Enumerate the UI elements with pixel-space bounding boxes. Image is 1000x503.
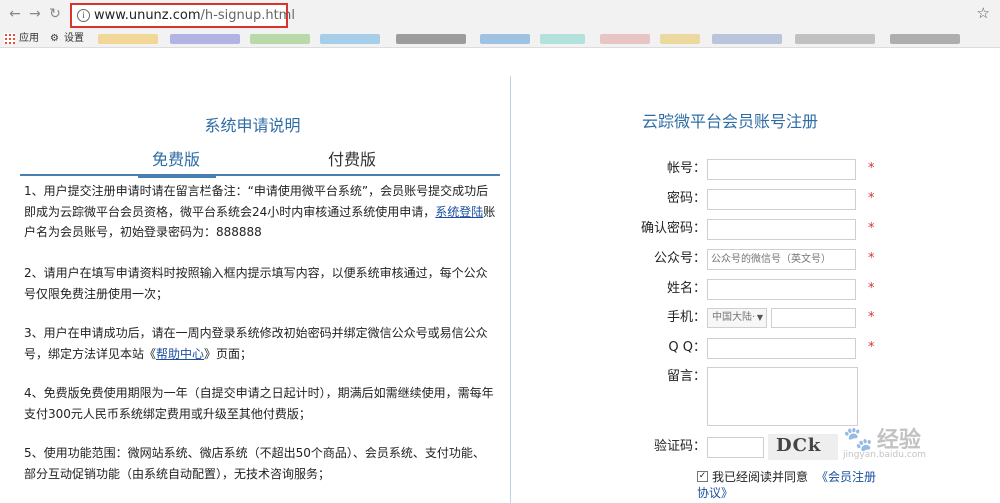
account-label: 帐号：	[666, 161, 706, 176]
reload-icon[interactable]: ↻	[46, 5, 64, 23]
bookmark-apps[interactable]: 应用	[19, 32, 39, 46]
agreement-link[interactable]: 《会员注册	[816, 467, 876, 487]
required-mark: *	[868, 281, 875, 296]
required-mark: *	[868, 340, 875, 355]
phone-input[interactable]	[771, 308, 856, 328]
name-label: 姓名：	[666, 281, 706, 296]
region-select[interactable]: 中国大陆· ▼	[707, 308, 767, 328]
bookmark-item-blurred[interactable]	[396, 34, 466, 44]
info-icon[interactable]: i	[77, 9, 90, 22]
phone-label: 手机：	[666, 310, 706, 325]
captcha-input[interactable]	[707, 437, 764, 458]
bookmark-item-blurred[interactable]	[712, 34, 782, 44]
qq-input[interactable]	[707, 338, 856, 359]
message-label: 留言：	[666, 369, 706, 384]
back-icon[interactable]: ←	[6, 5, 24, 23]
bookmark-settings[interactable]: 设置	[64, 32, 84, 46]
confirm-password-label: 确认密码：	[640, 221, 706, 236]
bookmark-item-blurred[interactable]	[250, 34, 310, 44]
bookmarks-bar: 应用 ⚙ 设置	[0, 30, 1000, 48]
system-intro-title: 系统申请说明	[204, 116, 301, 135]
intro-paragraph-3: 3、用户在申请成功后，请在一周内登录系统修改初始密码并绑定微信公众号或易信公众号…	[24, 326, 488, 361]
tab-free[interactable]: 免费版	[152, 148, 200, 172]
help-center-link[interactable]: 帮助中心	[156, 347, 204, 361]
bookmark-item-blurred[interactable]	[890, 34, 960, 44]
required-mark: *	[868, 251, 875, 266]
bookmark-item-blurred[interactable]	[660, 34, 700, 44]
required-mark: *	[868, 310, 875, 325]
bookmark-item-blurred[interactable]	[98, 34, 158, 44]
captcha-image[interactable]: DCk	[768, 434, 838, 460]
address-bar[interactable]: i www.ununz.com/h-signup.html	[70, 3, 295, 28]
message-textarea[interactable]	[707, 367, 858, 426]
version-tabs: 免费版 付费版	[20, 148, 500, 178]
captcha-label: 验证码：	[653, 439, 706, 454]
official-account-input[interactable]	[707, 249, 856, 270]
register-title: 云踪微平台会员账号注册	[641, 112, 818, 131]
official-account-label: 公众号：	[653, 251, 706, 266]
intro-paragraph-1: 1、用户提交注册申请时请在留言栏备注：“申请使用微平台系统”，会员账号提交成功后…	[24, 184, 496, 239]
chevron-down-icon: ▼	[756, 313, 763, 322]
active-tab-indicator	[138, 174, 216, 178]
confirm-password-input[interactable]	[707, 219, 856, 240]
gear-icon[interactable]: ⚙	[50, 32, 59, 46]
required-mark: *	[868, 221, 875, 236]
paw-logo-icon: 🐾	[843, 425, 873, 453]
system-login-link[interactable]: 系统登陆	[435, 205, 483, 219]
intro-paragraph-4: 4、免费版免费使用期限为一年（自提交申请之日起计时），期满后如需继续使用，需每年…	[24, 386, 494, 421]
bookmark-item-blurred[interactable]	[600, 34, 650, 44]
tab-paid[interactable]: 付费版	[328, 148, 376, 172]
bookmark-item-blurred[interactable]	[540, 34, 585, 44]
bookmark-item-blurred[interactable]	[170, 34, 240, 44]
intro-paragraph-5: 5、使用功能范围：微网站系统、微店系统（不超出50个商品）、会员系统、支付功能、…	[24, 446, 485, 481]
browser-toolbar: ← → ↻ i www.ununz.com/h-signup.html ☆	[0, 0, 1000, 30]
required-mark: *	[868, 161, 875, 176]
bookmark-item-blurred[interactable]	[795, 34, 875, 44]
bookmark-item-blurred[interactable]	[320, 34, 380, 44]
intro-paragraph-2: 2、请用户在填写申请资料时按照输入框内提示填写内容，以便系统审核通过，每个公众号…	[24, 266, 488, 301]
password-input[interactable]	[707, 189, 856, 210]
bookmark-star-icon[interactable]: ☆	[977, 4, 990, 22]
bookmark-item-blurred[interactable]	[480, 34, 530, 44]
watermark: 🐾 经验 jingyan.baidu.com	[843, 425, 927, 460]
agreement-link-continued[interactable]: 协议》	[697, 484, 733, 502]
apps-icon[interactable]	[4, 33, 15, 44]
qq-label: Q Q：	[668, 340, 706, 355]
agree-checkbox[interactable]: ✓	[697, 471, 708, 482]
url-text: www.ununz.com/h-signup.html	[94, 8, 295, 23]
required-mark: *	[868, 191, 875, 206]
name-input[interactable]	[707, 279, 856, 300]
column-divider	[510, 76, 511, 503]
password-label: 密码：	[666, 191, 706, 206]
forward-icon[interactable]: →	[26, 5, 44, 23]
account-input[interactable]	[707, 159, 856, 180]
